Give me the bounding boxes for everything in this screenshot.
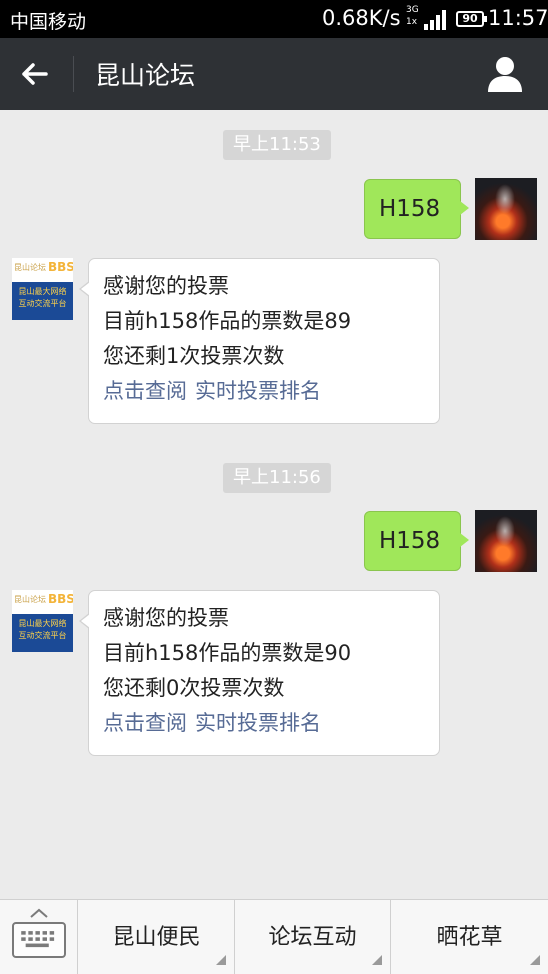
battery-icon: 90 [456,11,487,27]
keyboard-icon [12,922,66,958]
avatar-logo-text: 昆山论坛 [14,263,46,272]
signal-icon [424,10,446,30]
reply-line-1: 感谢您的投票 [103,606,229,630]
reply-links: 点击查阅 实时投票排名 [103,706,425,741]
view-link[interactable]: 点击查阅 [103,711,187,735]
avatar-logo-top: 昆山论坛 BBS [12,590,73,614]
network-speed: 0.68K/s [322,6,401,30]
avatar-banner-line2: 互动交流平台 [18,631,67,640]
submenu-corner-icon [372,955,382,965]
page-title: 昆山论坛 [95,61,196,90]
menu-item-label: 晒花草 [436,925,503,950]
submenu-corner-icon [216,955,226,965]
keyboard-toggle-button[interactable] [0,900,78,974]
received-message-bubble[interactable]: 感谢您的投票 目前h158作品的票数是90 您还剩0次投票次数 点击查阅 实时投票… [79,590,440,756]
my-avatar[interactable] [475,510,537,572]
network-type: 3G 1x [406,4,419,28]
avatar-logo-text: 昆山论坛 [14,595,46,604]
avatar-banner-line1: 昆山最大网络 [18,619,67,628]
ranking-link[interactable]: 实时投票排名 [195,711,321,735]
reply-line-1: 感谢您的投票 [103,274,229,298]
avatar-logo-banner: 昆山最大网络 互动交流平台 [12,614,73,652]
my-avatar[interactable] [475,178,537,240]
bottom-menu-bar: 昆山便民 论坛互动 晒花草 [0,899,548,974]
view-link[interactable]: 点击查阅 [103,379,187,403]
status-bar: 中国移动 0.68K/s 3G 1x 90 11:57 [0,0,548,38]
reply-line-2: 目前h158作品的票数是90 [103,641,352,665]
network-type-top: 3G [406,5,419,15]
network-type-bottom: 1x [406,17,418,27]
avatar-banner-line2: 互动交流平台 [18,299,67,308]
avatar-logo-banner: 昆山最大网络 互动交流平台 [12,282,73,320]
menu-item-flowers[interactable]: 晒花草 [391,900,548,974]
reply-line-3: 您还剩0次投票次数 [103,676,285,700]
person-icon[interactable] [484,54,526,94]
menu-item-convenience[interactable]: 昆山便民 [79,900,235,974]
chevron-up-icon [30,908,48,918]
menu-item-label: 昆山便民 [112,925,201,950]
avatar-logo-bbs: BBS [48,592,73,606]
avatar-logo-bbs: BBS [48,260,73,274]
avatar-banner-line1: 昆山最大网络 [18,287,67,296]
timestamp-badge: 早上11:56 [223,463,331,493]
bbs-avatar[interactable]: 昆山论坛 BBS 昆山最大网络 互动交流平台 [12,590,73,652]
title-divider [73,56,74,92]
arrow-left-icon[interactable] [14,54,54,94]
title-bar: 昆山论坛 [0,38,548,110]
menu-item-forum-interaction[interactable]: 论坛互动 [235,900,391,974]
sent-message-bubble[interactable]: H158 [364,511,469,571]
submenu-corner-icon [530,955,540,965]
carrier-name: 中国移动 [10,11,87,33]
menu-item-label: 论坛互动 [268,925,357,950]
sent-message-bubble[interactable]: H158 [364,179,469,239]
timestamp-badge: 早上11:53 [223,130,331,160]
reply-line-3: 您还剩1次投票次数 [103,344,285,368]
reply-links: 点击查阅 实时投票排名 [103,374,425,409]
ranking-link[interactable]: 实时投票排名 [195,379,321,403]
bbs-avatar[interactable]: 昆山论坛 BBS 昆山最大网络 互动交流平台 [12,258,73,320]
status-clock: 11:57 [488,6,548,30]
avatar-logo-top: 昆山论坛 BBS [12,258,73,282]
received-message-bubble[interactable]: 感谢您的投票 目前h158作品的票数是89 您还剩1次投票次数 点击查阅 实时投票… [79,258,440,424]
reply-line-2: 目前h158作品的票数是89 [103,309,352,333]
